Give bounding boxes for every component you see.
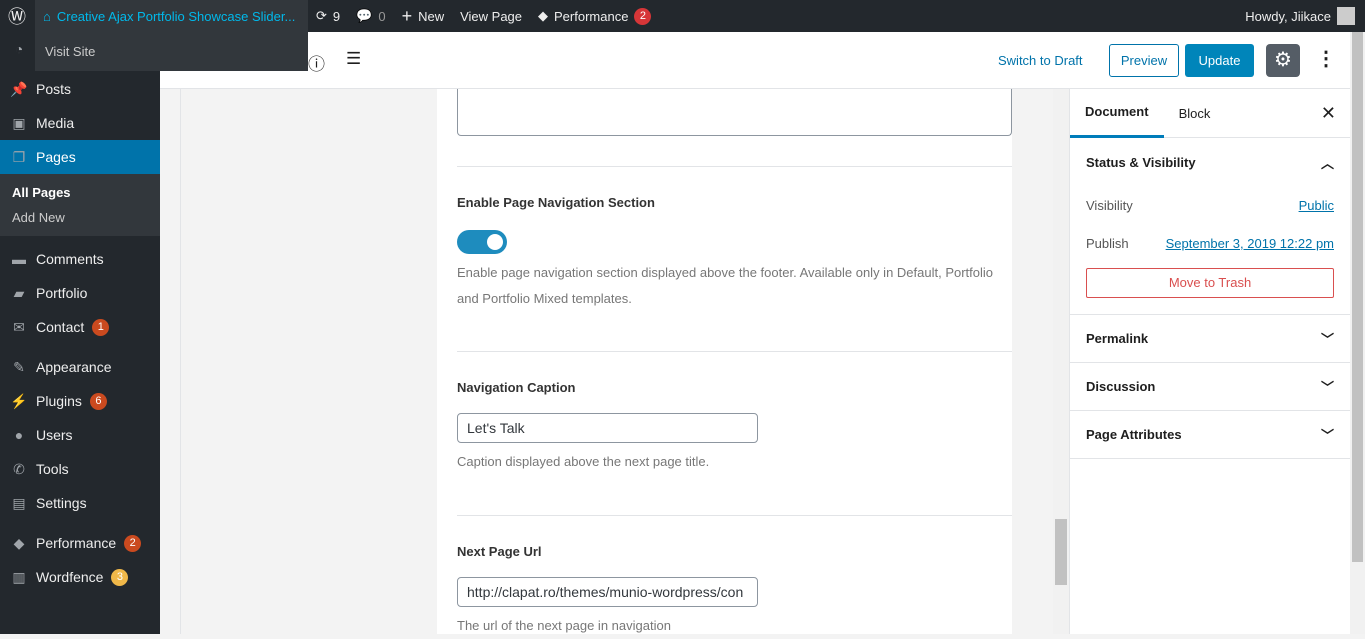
sidebar-item-tools[interactable]: ✆ Tools <box>0 452 160 486</box>
comments-button[interactable]: 💬 0 <box>348 0 393 32</box>
pages-submenu: All Pages Add New <box>0 174 160 236</box>
site-menu: ⌂ Creative Ajax Portfolio Showcase Slider… <box>35 0 308 71</box>
chevron-up-icon: ︿ <box>1320 155 1334 171</box>
performance-badge: 2 <box>634 7 652 25</box>
url-label: Next Page Url <box>457 544 542 559</box>
media-icon: ▣ <box>12 114 26 131</box>
publish-date-link[interactable]: September 3, 2019 12:22 pm <box>1166 236 1334 251</box>
user-icon: ● <box>14 427 24 443</box>
chevron-down-icon: ﹀ <box>1320 428 1334 443</box>
cube-icon: ◆ <box>13 534 25 551</box>
user-menu[interactable]: Howdy, Jiikace <box>1245 0 1355 32</box>
more-options-icon[interactable]: ⋮ <box>1316 46 1336 71</box>
editor-scrollbar[interactable] <box>1053 89 1069 634</box>
tab-block[interactable]: Block <box>1164 106 1226 121</box>
preview-button[interactable]: Preview <box>1109 44 1179 77</box>
caption-input[interactable]: Let's Talk <box>457 413 758 443</box>
visibility-link[interactable]: Public <box>1299 198 1334 213</box>
info-icon[interactable]: ⓘ <box>308 50 325 75</box>
panel-discussion[interactable]: Discussion ﹀ <box>1070 363 1350 411</box>
refresh-icon: ⟳ <box>316 8 327 23</box>
sidebar-item-performance[interactable]: ◆ Performance 2 <box>0 526 160 560</box>
meta-panel: Enable Page Navigation Section Enable pa… <box>437 89 1012 634</box>
mail-icon: ✉ <box>13 318 25 335</box>
sidebar-item-appearance[interactable]: ✎ Appearance <box>0 350 160 384</box>
panel-page-attributes[interactable]: Page Attributes ﹀ <box>1070 411 1350 459</box>
switch-to-draft-button[interactable]: Switch to Draft <box>998 53 1083 68</box>
performance-button[interactable]: ◆ Performance 2 <box>530 0 659 32</box>
nav-section-toggle[interactable] <box>457 230 507 254</box>
sidebar-item-media[interactable]: ▣ Media <box>0 106 160 140</box>
sidebar-item-wordfence[interactable]: ▥ Wordfence 3 <box>0 560 160 594</box>
updates-button[interactable]: ⟳ 9 <box>308 0 348 32</box>
chevron-down-icon: ﹀ <box>1320 380 1334 395</box>
move-to-trash-button[interactable]: Move to Trash <box>1086 268 1334 298</box>
next-page-url-input[interactable]: http://clapat.ro/themes/munio-wordpress/… <box>457 577 758 607</box>
home-icon: ⌂ <box>43 8 51 24</box>
publish-label: Publish <box>1086 235 1129 251</box>
comment-icon: 💬 <box>356 8 373 23</box>
new-button[interactable]: + New <box>394 0 453 32</box>
count-badge: 2 <box>124 534 142 552</box>
sidebar-item-settings[interactable]: ▤ Settings <box>0 486 160 520</box>
caption-label: Navigation Caption <box>457 380 576 395</box>
pages-icon: ❐ <box>12 148 26 165</box>
settings-gear-icon[interactable]: ⚙ <box>1266 44 1300 77</box>
outline-icon[interactable]: ☰ <box>346 49 361 69</box>
comment-icon: ▬ <box>12 251 26 267</box>
nav-section-help: Enable page navigation section displayed… <box>457 265 994 306</box>
folder-icon: ▰ <box>13 284 25 301</box>
admin-sidebar: ◔ 📌 Posts ▣ Media ❐ Pages All Pages Add New ▬ Com… <box>0 32 160 634</box>
visibility-label: Visibility <box>1086 197 1133 213</box>
pin-icon: 📌 <box>10 80 28 97</box>
nav-section-label: Enable Page Navigation Section <box>457 195 655 210</box>
avatar <box>1337 7 1355 25</box>
sidebar-item-plugins[interactable]: ⚡ Plugins 6 <box>0 384 160 418</box>
wordfence-icon: ▥ <box>12 568 26 585</box>
panel-permalink[interactable]: Permalink ﹀ <box>1070 315 1350 363</box>
textarea[interactable] <box>457 89 1012 136</box>
caption-help: Caption displayed above the next page ti… <box>457 454 710 469</box>
page-scrollbar[interactable] <box>1350 32 1365 634</box>
settings-sidebar: Document Block ✕ Status & Visibility ︿ Vi… <box>1069 89 1350 634</box>
site-name-link[interactable]: ⌂ Creative Ajax Portfolio Showcase Slider… <box>35 0 308 32</box>
view-page-link[interactable]: View Page <box>452 0 530 32</box>
plus-icon: + <box>401 5 413 26</box>
sidebar-item-posts[interactable]: 📌 Posts <box>0 72 160 106</box>
submenu-all-pages[interactable]: All Pages <box>0 180 160 205</box>
count-badge: 6 <box>89 392 107 410</box>
brush-icon: ✎ <box>13 358 25 375</box>
url-help: The url of the next page in navigation <box>457 618 671 633</box>
sidebar-item-portfolio[interactable]: ▰ Portfolio <box>0 276 160 310</box>
close-icon[interactable]: ✕ <box>1321 103 1336 124</box>
count-badge: 1 <box>92 318 110 336</box>
status-visibility-toggle[interactable]: Status & Visibility ︿ <box>1070 138 1350 186</box>
editor-content: Enable Page Navigation Section Enable pa… <box>180 89 1053 634</box>
sidebar-item-contact[interactable]: ✉ Contact 1 <box>0 310 160 344</box>
tab-document[interactable]: Document <box>1070 89 1164 138</box>
wrench-icon: ✆ <box>13 460 25 477</box>
settings-icon: ▤ <box>12 494 26 511</box>
plug-icon: ⚡ <box>10 392 28 409</box>
cube-icon: ◆ <box>538 8 549 23</box>
wordpress-logo-icon[interactable]: Ⓦ <box>0 0 35 32</box>
chevron-down-icon: ﹀ <box>1320 332 1334 347</box>
visit-site-link[interactable]: Visit Site <box>35 32 308 71</box>
sidebar-item-pages[interactable]: ❐ Pages <box>0 140 160 174</box>
sidebar-item-comments[interactable]: ▬ Comments <box>0 242 160 276</box>
sidebar-item-users[interactable]: ● Users <box>0 418 160 452</box>
editor-toolbar: ⓘ ☰ Switch to Draft Preview Update ⚙ ⋮ <box>160 32 1350 89</box>
update-button[interactable]: Update <box>1185 44 1254 77</box>
dashboard-icon: ◔ <box>14 41 24 57</box>
count-badge: 3 <box>111 568 129 586</box>
submenu-add-new[interactable]: Add New <box>0 205 160 230</box>
